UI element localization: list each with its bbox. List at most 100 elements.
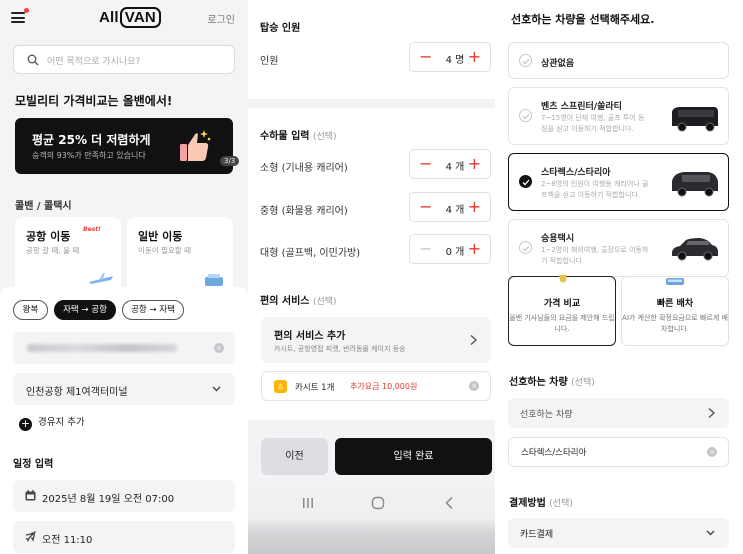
prev-button[interactable]: 이전 [261, 438, 328, 475]
option-desc: AI가 계산한 확정요금으로 빠르게 배차합니다. [622, 314, 728, 333]
plus-button[interactable]: + [468, 197, 481, 217]
luggage-medium-count: 4 개 [445, 205, 465, 216]
vehicle-name: 상관없음 [541, 59, 575, 69]
calendar-icon [25, 490, 36, 501]
login-link[interactable]: 로그인 [207, 11, 235, 26]
option-title: 가격 비교 [543, 299, 581, 309]
add-service-desc: 카시트, 공항영접 피켓, 반려동물 케이지 동승 [274, 345, 406, 353]
luggage-medium-label: 중형 (화물용 캐리어) [260, 206, 348, 217]
promo-banner[interactable]: 평균 25% 더 저렴하게 승객의 93%가 만족하고 있습니다 3/3 [15, 118, 240, 174]
passenger-label: 인원 [260, 56, 279, 67]
selected-vehicle-value: 스타렉스/스타리아 [521, 448, 587, 458]
vehicle-desc: 7~15명이 단체 여행, 골프 투어 등 짐을 싣고 이동하기 적합합니다. [541, 114, 645, 133]
check-icon [519, 54, 532, 67]
service-item-price: 추가요금 10,000원 [350, 382, 418, 391]
vehicle-option-any[interactable]: 상관없음 [508, 42, 729, 79]
payment-title: 결제방법 (선택) [509, 494, 573, 509]
passenger-stepper[interactable]: − 4 명 + [409, 42, 491, 72]
flight-time-value: 오전 11:10 [42, 535, 93, 546]
origin-address-field[interactable]: × [13, 332, 235, 364]
vehicle-title: 선호하는 차량을 선택해주세요. [511, 13, 655, 26]
logo-text: All [99, 9, 119, 26]
sedan-image [672, 238, 718, 261]
car-seat-icon: ♙ [274, 380, 287, 393]
destination-select[interactable]: 인천공항 제1여객터미널 [13, 373, 235, 405]
add-service-title: 편의 서비스 추가 [274, 331, 346, 342]
clear-icon[interactable]: × [214, 343, 224, 353]
selected-service-item: ♙ 카시트 1개 추가요금 10,000원 × [261, 371, 491, 401]
date-field[interactable]: 2025년 8월 19일 오전 07:00 [13, 480, 235, 512]
back-icon[interactable] [444, 496, 454, 510]
preferred-vehicle-select[interactable]: 선호하는 차량 [508, 398, 729, 428]
luggage-large-label: 대형 (골프백, 이민가방) [260, 248, 361, 259]
home-icon[interactable] [371, 496, 385, 510]
remove-icon[interactable]: × [707, 447, 717, 457]
payment-title-text: 결제방법 [509, 498, 546, 509]
check-icon [519, 241, 532, 254]
allvan-logo[interactable]: All VAN [99, 7, 161, 28]
menu-icon[interactable] [11, 12, 25, 23]
add-stop-button[interactable]: + 경유지 추가 [19, 414, 85, 431]
chip-airport-to-home[interactable]: 공항 → 자택 [122, 300, 184, 320]
luggage-large-count: 0 개 [445, 247, 465, 258]
service-title-text: 편의 서비스 [260, 296, 310, 307]
airplane-icon [89, 273, 113, 284]
recent-apps-icon[interactable] [302, 497, 314, 509]
minus-button[interactable]: − [419, 197, 432, 217]
service-section-title: 편의 서비스 (선택) [260, 292, 337, 307]
service-item-label: 카시트 1개 [295, 383, 335, 393]
bus-icon [666, 278, 684, 285]
system-nav-bar [248, 488, 495, 554]
vehicle-option-starex[interactable]: 스타렉스/스타리아 2~8명의 인원이 여행용 캐리어나 골프백을 싣고 이동하… [508, 153, 729, 211]
optional-label: (선택) [312, 297, 337, 307]
luggage-large-stepper[interactable]: − 0 개 + [409, 234, 491, 264]
minus-button[interactable]: − [419, 239, 432, 259]
payment-select[interactable]: 카드결제 [508, 518, 729, 548]
plus-icon: + [19, 417, 32, 431]
vehicle-desc: 1~2명이 해외여행, 출장으로 이동하기 적합합니다. [541, 246, 649, 265]
airplane-icon [25, 531, 36, 542]
chevron-down-icon [212, 386, 221, 392]
add-stop-label: 경유지 추가 [38, 417, 85, 428]
add-service-button[interactable]: 편의 서비스 추가 카시트, 공항영접 피켓, 반려동물 케이지 동승 [261, 317, 491, 363]
plus-button[interactable]: + [468, 47, 481, 67]
vehicle-name: 승용택시 [541, 234, 575, 244]
vehicle-desc: 2~8명의 인원이 여행용 캐리어나 골프백을 싣고 이동하기 적합합니다. [541, 180, 649, 199]
vehicle-option-sprinter[interactable]: 벤츠 스프린터/쏠라티 7~15명이 단체 여행, 골프 투어 등 짐을 싣고 … [508, 87, 729, 145]
minus-button[interactable]: − [419, 154, 432, 174]
card-subtitle: 이동이 필요할 때 [138, 246, 192, 255]
section-label: 콜밴 / 콜택시 [15, 201, 72, 212]
chip-round-trip[interactable]: 왕복 [13, 300, 48, 320]
flight-time-field[interactable]: 오전 11:10 [13, 521, 235, 553]
luggage-title-text: 수하물 입력 [260, 131, 310, 142]
search-placeholder: 어떤 목적으로 가시나요? [47, 57, 141, 67]
headline: 모빌리티 가격비교는 올밴에서! [15, 94, 173, 108]
search-input[interactable]: 어떤 목적으로 가시나요? [13, 45, 235, 74]
chevron-right-icon [470, 334, 478, 346]
passenger-section-title: 탑승 인원 [260, 23, 301, 34]
remove-icon[interactable]: × [469, 381, 479, 391]
chip-home-to-airport[interactable]: 자택 → 공항 [54, 300, 116, 320]
preferred-vehicle-placeholder: 선호하는 차량 [520, 410, 573, 420]
vehicle-option-taxi[interactable]: 승용택시 1~2명이 해외여행, 출장으로 이동하기 적합합니다. [508, 219, 729, 277]
check-icon [519, 109, 532, 122]
chevron-right-icon [708, 407, 716, 419]
destination-value: 인천공항 제1여객터미널 [26, 387, 128, 398]
plus-button[interactable]: + [468, 239, 481, 259]
general-trip-card[interactable]: 일반 이동 이동이 필요할 때 [127, 217, 233, 297]
plus-button[interactable]: + [468, 154, 481, 174]
home-screen: All VAN 로그인 어떤 목적으로 가시나요? 모빌리티 가격비교는 올밴에서… [0, 0, 248, 554]
minus-button[interactable]: − [419, 47, 432, 67]
fast-dispatch-option[interactable]: 빠른 배차 AI가 계산한 확정요금으로 빠르게 배차합니다. [621, 276, 729, 346]
price-compare-option[interactable]: 가격 비교 올밴 기사님들의 요금을 제안해 드립니다. [508, 275, 616, 346]
option-title: 빠른 배차 [656, 299, 694, 309]
card-subtitle: 공항 갈 때, 올 때 [26, 246, 80, 255]
airport-trip-card[interactable]: 공항 이동 Best! 공항 갈 때, 올 때 [15, 217, 121, 297]
notification-dot [24, 8, 29, 13]
luggage-small-stepper[interactable]: − 4 개 + [409, 149, 491, 179]
trophy-icon [559, 275, 567, 283]
optional-label: (선택) [549, 499, 573, 509]
done-button[interactable]: 입력 완료 [335, 438, 492, 475]
passenger-section: 탑승 인원 인원 − 4 명 + [248, 0, 495, 99]
luggage-medium-stepper[interactable]: − 4 개 + [409, 192, 491, 222]
